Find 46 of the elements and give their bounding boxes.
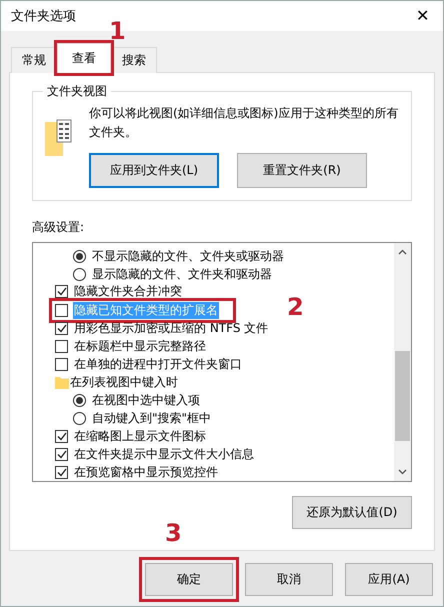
radio-button[interactable] (73, 412, 86, 426)
option-label[interactable]: 隐藏文件夹合并冲突 (73, 283, 183, 300)
tab[interactable]: 搜索 (111, 47, 157, 73)
window-title: 文件夹选项 (11, 8, 76, 25)
checkbox[interactable] (55, 358, 68, 372)
dialog-button[interactable]: 应用(A) (345, 563, 433, 596)
callout-number: 3 (165, 519, 182, 547)
tab[interactable]: 查看 (57, 43, 111, 73)
option-label[interactable]: 显示隐藏的文件、文件夹和驱动器 (91, 266, 273, 283)
scrollbar[interactable] (394, 243, 411, 482)
callout-number: 2 (287, 292, 304, 321)
section-label: 高级设置: (32, 219, 86, 236)
description-text: 你可以将此视图(如详细信息或图标)应用于这种类型的所有文件夹。 (89, 105, 400, 141)
folder-icon (55, 376, 69, 390)
close-button[interactable]: ✕ (412, 6, 433, 26)
checkbox[interactable] (55, 304, 68, 317)
checkbox[interactable] (55, 430, 68, 443)
checkbox[interactable] (55, 466, 68, 479)
option-label[interactable]: 在单独的进程中打开文件夹窗口 (73, 356, 243, 374)
option-label[interactable]: 在预览窗格中显示预览控件 (73, 464, 219, 481)
radio-button[interactable] (73, 268, 86, 281)
radio-button[interactable] (73, 250, 86, 263)
group-title: 文件夹视图 (46, 83, 108, 100)
radio-button[interactable] (73, 394, 86, 408)
checkbox[interactable] (55, 322, 68, 336)
checkbox[interactable] (55, 285, 68, 298)
action-button[interactable]: 应用到文件夹(L) (89, 153, 219, 188)
action-button[interactable]: 重置文件夹(R) (237, 153, 367, 188)
checkbox[interactable] (55, 340, 68, 354)
checkbox[interactable] (55, 448, 68, 461)
callout-number: 1 (109, 17, 126, 45)
option-label[interactable]: 用彩色显示加密或压缩的 NTFS 文件 (73, 320, 270, 338)
scroll-up-icon[interactable] (398, 249, 407, 256)
option-label[interactable]: 在文件夹提示中显示文件大小信息 (73, 446, 255, 463)
folder-icon (43, 118, 73, 158)
option-label[interactable]: 在标题栏中显示完整路径 (73, 338, 207, 356)
restore-defaults-button[interactable]: 还原为默认值(D) (292, 496, 412, 530)
option-label[interactable]: 在缩略图上显示文件图标 (73, 428, 207, 445)
option-label[interactable]: 自动键入到"搜索"框中 (91, 410, 212, 428)
scroll-down-icon[interactable] (398, 469, 407, 476)
dialog-button[interactable]: 取消 (245, 563, 333, 596)
scroll-thumb[interactable] (395, 351, 410, 442)
tab[interactable]: 常规 (11, 47, 57, 73)
option-label[interactable]: 在视图中选中键入项 (91, 392, 201, 410)
group-label: 在列表视图中键入时 (69, 374, 179, 392)
option-label[interactable]: 不显示隐藏的文件、文件夹或驱动器 (91, 248, 285, 265)
